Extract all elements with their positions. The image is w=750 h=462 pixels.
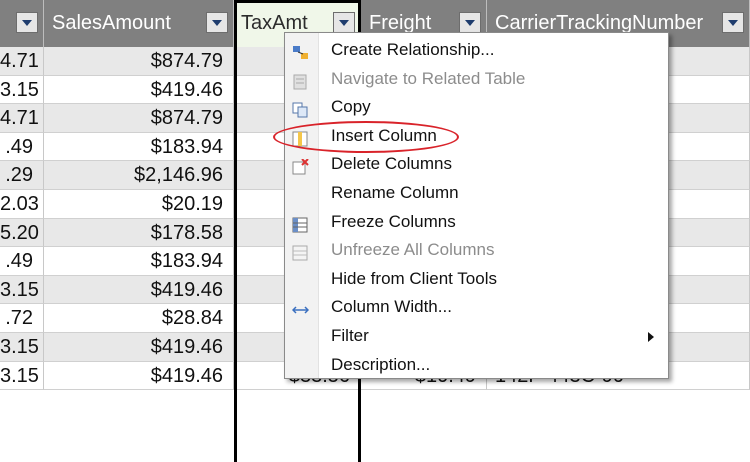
menu-item-rename-column[interactable]: Rename Column (285, 179, 668, 208)
menu-item-freeze-columns[interactable]: Freeze Columns (285, 208, 668, 237)
table-cell[interactable]: 4.71 (0, 104, 44, 133)
menu-item-description[interactable]: Description... (285, 351, 668, 380)
table-cell[interactable]: 3.15 (0, 333, 44, 362)
menu-item-label: Hide from Client Tools (331, 268, 497, 288)
menu-item-unfreeze-all-columns[interactable]: Unfreeze All Columns (285, 236, 668, 265)
selected-column-border (234, 0, 237, 462)
table-cell[interactable]: $419.46 (44, 333, 234, 362)
column-header-label: Freight (369, 12, 432, 34)
unfreeze-columns-icon (292, 242, 309, 261)
menu-item-label: Delete Columns (331, 154, 452, 174)
table-cell[interactable]: $28.84 (44, 304, 234, 333)
table-cell[interactable]: 3.15 (0, 75, 44, 105)
table-cell[interactable]: 3.15 (0, 361, 44, 391)
table-cell[interactable]: 4.71 (0, 47, 44, 76)
column-header-label: CarrierTrackingNumber (495, 12, 704, 34)
context-menu: Create Relationship... Navigate to Relate… (284, 32, 669, 379)
menu-item-column-width[interactable]: Column Width... (285, 293, 668, 322)
menu-item-hide-from-client-tools[interactable]: Hide from Client Tools (285, 265, 668, 294)
table-cell[interactable]: .29 (0, 161, 44, 190)
menu-item-label: Navigate to Related Table (331, 68, 526, 88)
table-cell[interactable]: 3.15 (0, 275, 44, 305)
filter-dropdown-icon[interactable] (206, 12, 228, 33)
copy-icon (292, 99, 309, 118)
column-header-label: SalesAmount (52, 12, 171, 34)
filter-dropdown-icon[interactable] (459, 12, 481, 33)
menu-item-delete-columns[interactable]: Delete Columns (285, 150, 668, 179)
table-cell[interactable]: $419.46 (44, 75, 234, 105)
table-cell[interactable]: $183.94 (44, 132, 234, 162)
menu-item-label: Rename Column (331, 183, 459, 202)
menu-item-label: Filter (331, 326, 369, 345)
menu-item-label: Column Width... (331, 297, 452, 317)
delete-columns-icon (292, 156, 309, 175)
table-cell[interactable]: $2,146.96 (44, 161, 234, 190)
submenu-arrow-icon (648, 332, 654, 342)
table-cell[interactable]: $419.46 (44, 361, 234, 391)
filter-dropdown-icon[interactable] (333, 12, 355, 33)
table-cell[interactable]: $20.19 (44, 190, 234, 219)
table-cell[interactable]: .72 (0, 304, 44, 333)
menu-item-label: Description... (331, 354, 431, 374)
filter-dropdown-icon[interactable] (722, 12, 744, 33)
table-cell[interactable]: .49 (0, 247, 44, 276)
menu-item-copy[interactable]: Copy (285, 93, 668, 122)
column-header-label: TaxAmt (241, 12, 308, 34)
table-cell[interactable]: $183.94 (44, 247, 234, 276)
table-cell[interactable]: 5.20 (0, 218, 44, 248)
menu-item-label: Copy (331, 97, 371, 117)
table-cell[interactable]: .49 (0, 132, 44, 162)
menu-item-label: Create Relationship... (331, 40, 495, 59)
table-cell[interactable]: $419.46 (44, 275, 234, 305)
table-cell[interactable]: $178.58 (44, 218, 234, 248)
freeze-columns-icon (292, 214, 309, 233)
table-cell[interactable]: $874.79 (44, 47, 234, 76)
menu-item-label: Unfreeze All Columns (331, 240, 495, 260)
table-cell[interactable]: $874.79 (44, 104, 234, 133)
menu-item-filter[interactable]: Filter (285, 322, 668, 351)
filter-dropdown-icon[interactable] (16, 12, 38, 33)
create-relationship-icon (292, 42, 309, 59)
menu-item-create-relationship[interactable]: Create Relationship... (285, 36, 668, 65)
navigate-table-icon (292, 71, 309, 90)
highlight-ellipse (273, 121, 459, 153)
menu-item-navigate-to-related-table[interactable]: Navigate to Related Table (285, 65, 668, 94)
menu-item-label: Freeze Columns (331, 211, 456, 231)
table-cell[interactable]: 2.03 (0, 190, 44, 219)
column-width-icon (291, 299, 310, 315)
